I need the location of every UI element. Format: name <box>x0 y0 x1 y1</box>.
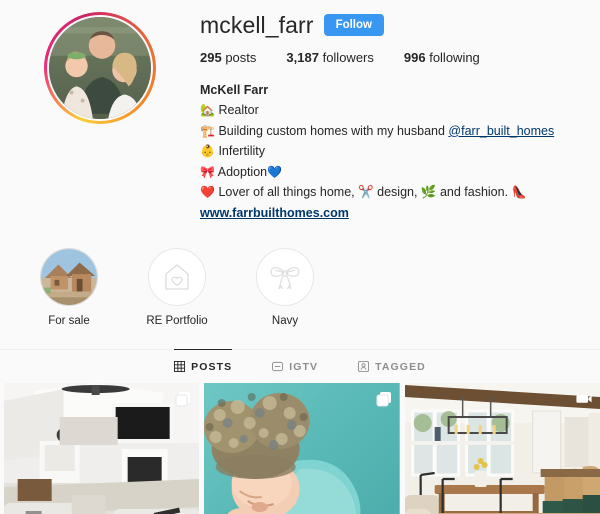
bio-text: Building custom homes with my husband <box>218 123 449 138</box>
post-grid <box>0 382 600 514</box>
bio-line: ❤️ Lover of all things home, ✂️ design, … <box>200 182 586 202</box>
post-thumbnail-1[interactable] <box>4 382 200 514</box>
username-row: mckell_farr Follow <box>200 8 586 42</box>
following-label: following <box>429 50 480 65</box>
video-icon <box>576 391 592 407</box>
bow-ribbon-icon <box>270 266 300 290</box>
highlight-navy[interactable]: Navy <box>244 247 326 327</box>
post-thumbnail-3[interactable] <box>404 382 600 514</box>
story-ring[interactable] <box>44 12 156 124</box>
tab-label: TAGGED <box>375 360 426 373</box>
instagram-profile-page: mckell_farr Follow 295 posts 3,187 follo… <box>0 0 600 514</box>
highlight-label: For sale <box>48 314 90 327</box>
tab-tagged[interactable]: TAGGED <box>358 349 426 383</box>
bio-text: Realtor <box>218 103 259 118</box>
bio-line: 🎀 Adoption💙 <box>200 162 586 182</box>
tab-igtv[interactable]: IGTV <box>272 349 318 383</box>
bio-text: Adoption <box>217 164 268 179</box>
profile-info-column: mckell_farr Follow 295 posts 3,187 follo… <box>200 8 600 224</box>
posts-label: posts <box>225 50 257 65</box>
bio-emoji: ❤️ <box>200 185 215 199</box>
profile-header: mckell_farr Follow 295 posts 3,187 follo… <box>0 0 600 224</box>
house-heart-icon <box>165 263 189 290</box>
username: mckell_farr <box>200 11 314 38</box>
followers-label: followers <box>322 50 374 65</box>
highlight-label: RE Portfolio <box>146 314 208 327</box>
bio-suffix-emoji: 💙 <box>267 164 283 179</box>
bio: McKell Farr 🏡 Realtor 🏗️ Building custom … <box>200 80 586 224</box>
bio-mention-link[interactable]: @farr_built_homes <box>448 124 554 138</box>
tab-label: POSTS <box>191 360 233 373</box>
full-name: McKell Farr <box>200 83 269 97</box>
highlight-re-portfolio[interactable]: RE Portfolio <box>136 247 218 327</box>
bio-emoji: 🏡 <box>200 103 215 118</box>
highlight-label: Navy <box>271 314 299 327</box>
bio-line: 🏗️ Building custom homes with my husband… <box>200 121 586 141</box>
post-thumbnail-2[interactable] <box>204 382 400 514</box>
highlight-cover-navy[interactable] <box>256 247 314 306</box>
bio-emoji: 👶 <box>200 144 215 159</box>
grid-icon <box>174 361 186 373</box>
bio-suffix-emoji: 👠 <box>511 185 527 199</box>
bio-emoji: 🎀 <box>200 164 215 179</box>
posts-count: 295 <box>200 50 222 65</box>
following-count: 996 <box>403 50 426 65</box>
stats-row: 295 posts 3,187 followers 996 following <box>200 50 586 65</box>
followers-count: 3,187 <box>286 50 319 65</box>
bio-text: Lover of all things home, ✂️ design, 🌿 a… <box>218 185 512 199</box>
tabs-divider: POSTS IGTV TAGGED <box>0 348 600 383</box>
bio-text: Infertility <box>218 144 265 159</box>
avatar-column <box>0 8 200 224</box>
posts-stat[interactable]: 295 posts <box>200 50 256 65</box>
website-link[interactable]: www.farrbuilthomes.com <box>200 203 586 223</box>
follow-button[interactable]: Follow <box>323 13 384 37</box>
highlight-cover-for-sale[interactable] <box>40 247 98 306</box>
bio-emoji: 🏗️ <box>200 123 215 138</box>
bio-line: 👶 Infertility <box>200 141 586 161</box>
avatar[interactable] <box>49 17 151 119</box>
avatar-inner <box>47 15 153 121</box>
bio-line: 🏡 Realtor <box>200 100 586 120</box>
carousel-icon <box>376 391 392 407</box>
bio-lines: 🏡 Realtor 🏗️ Building custom homes with m… <box>200 100 586 202</box>
following-stat[interactable]: 996 following <box>404 50 480 65</box>
followers-stat[interactable]: 3,187 followers <box>286 50 373 65</box>
highlight-cover-re-portfolio[interactable] <box>148 247 206 306</box>
highlight-for-sale[interactable]: For sale <box>28 247 110 327</box>
tab-posts[interactable]: POSTS <box>174 348 233 383</box>
tab-label: IGTV <box>289 360 319 373</box>
profile-tabs: POSTS IGTV TAGGED <box>0 348 600 383</box>
tagged-person-icon <box>358 361 370 373</box>
story-highlights: For sale RE Portfolio Navy <box>0 224 600 327</box>
igtv-icon <box>272 362 284 372</box>
carousel-icon <box>175 391 191 407</box>
